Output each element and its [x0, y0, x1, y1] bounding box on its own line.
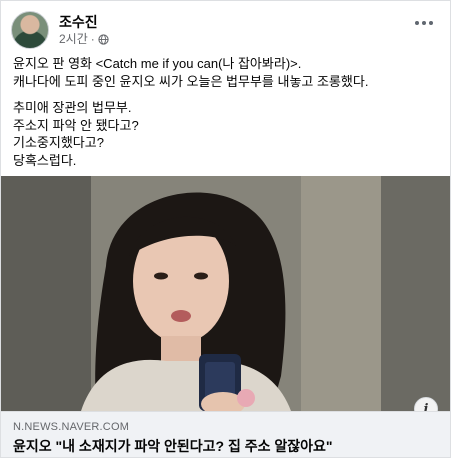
separator-dot: · [90, 32, 95, 46]
post-text: 윤지오 판 영화 <Catch me if you can(나 잡아봐라)>. … [13, 55, 443, 169]
post-time[interactable]: 2시간 [59, 31, 88, 47]
post-timestamp-row: 2시간 · [59, 31, 109, 47]
avatar[interactable] [11, 11, 49, 49]
link-domain: N.NEWS.NAVER.COM [13, 421, 130, 433]
post-line: 당혹스럽다. [13, 152, 77, 168]
post-meta: 조수진 2시간 · [59, 13, 109, 47]
link-preview-footer[interactable]: N.NEWS.NAVER.COM 윤지오 "내 소재지가 파악 안된다고? 집 … [1, 411, 450, 457]
more-dot-icon [422, 21, 426, 25]
globe-icon [98, 33, 109, 45]
link-preview-image[interactable] [1, 176, 450, 411]
link-title[interactable]: 윤지오 "내 소재지가 파악 안된다고? 집 주소 알잖아요" [13, 436, 440, 456]
more-dot-icon [429, 21, 433, 25]
post-card: 조수진 2시간 · 윤지오 판 영화 <Catch me if you can(… [0, 0, 451, 458]
news-photo [1, 176, 450, 411]
more-options-button[interactable] [408, 13, 440, 33]
more-dot-icon [415, 21, 419, 25]
author-name[interactable]: 조수진 [59, 13, 109, 31]
post-line: 윤지오 판 영화 <Catch me if you can(나 잡아봐라)>. [13, 56, 302, 71]
post-header: 조수진 2시간 · [11, 11, 109, 49]
post-line: 캐나다에 도피 중인 윤지오 씨가 오늘은 법무부를 내놓고 조롱했다. [13, 73, 369, 89]
post-line: 기소중지했다고? [13, 135, 104, 150]
post-line: 추미애 장관의 법무부. [13, 100, 132, 115]
post-line: 주소지 파악 안 됐다고? [13, 117, 139, 133]
